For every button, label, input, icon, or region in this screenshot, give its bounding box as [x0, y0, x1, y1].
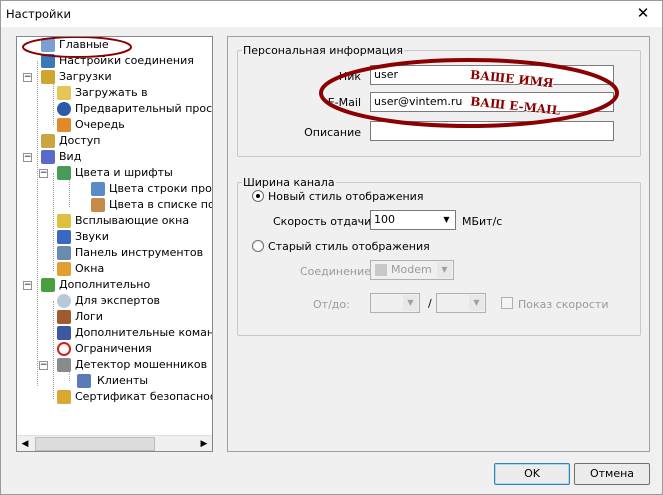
connection-label: Соединение	[300, 265, 372, 278]
upload-speed-select[interactable]: 100 ▼	[370, 210, 456, 230]
tree-item-preview[interactable]: Предварительный просмо	[57, 101, 212, 117]
queue-icon	[57, 118, 71, 132]
tree-item-certificate[interactable]: Сертификат безопасности	[57, 389, 212, 405]
checkmark-icon	[41, 278, 55, 292]
tree-item-general[interactable]: Главные	[27, 37, 212, 53]
windows-icon	[57, 262, 71, 276]
tree-item-access[interactable]: Доступ	[27, 133, 212, 149]
tree-item-download-to[interactable]: Загружать в	[57, 85, 212, 101]
upload-speed-label: Скорость отдачи	[273, 215, 372, 228]
music-note-icon	[57, 230, 71, 244]
tree-item-colors-fonts[interactable]: − Цвета и шрифты	[39, 165, 212, 181]
collapse-icon[interactable]: −	[39, 169, 48, 178]
tree-items: Главные Настройки соединения − Загрузки …	[17, 37, 212, 435]
tree-item-progress-colors[interactable]: Цвета строки прогресс	[91, 181, 212, 197]
show-speed-checkbox[interactable]	[501, 297, 513, 309]
tree-item-userlist-colors[interactable]: Цвета в списке пользо	[91, 197, 212, 213]
folder-icon	[57, 86, 71, 100]
ok-button[interactable]: OK	[494, 463, 570, 485]
nick-label: Ник	[338, 70, 361, 83]
show-speed-label: Показ скорости	[518, 298, 609, 311]
globe-icon	[41, 54, 55, 68]
toolbar-icon	[57, 246, 71, 260]
upload-unit: МБит/с	[462, 215, 503, 228]
title-bar: Настройки ✕	[1, 1, 662, 27]
chevron-down-icon: ▼	[403, 295, 418, 311]
tree-item-experts[interactable]: Для экспертов	[57, 293, 212, 309]
description-field[interactable]	[370, 121, 614, 141]
progress-icon	[91, 182, 105, 196]
tree-horizontal-scrollbar[interactable]: ◀ ▶	[17, 435, 212, 451]
lock-icon	[57, 390, 71, 404]
access-icon	[41, 134, 55, 148]
speed-limit-icon	[57, 342, 71, 356]
detector-icon	[57, 358, 71, 372]
close-icon[interactable]: ✕	[634, 4, 652, 22]
chevron-down-icon: ▼	[443, 215, 450, 224]
tree-item-advanced[interactable]: − Дополнительно	[23, 277, 212, 293]
download-icon	[41, 70, 55, 84]
bandwidth-legend: Ширина канала	[243, 176, 335, 189]
connection-value: Modem	[391, 263, 432, 276]
tree-item-popups[interactable]: Всплывающие окна	[57, 213, 212, 229]
modem-icon	[375, 264, 387, 276]
gear-icon	[57, 294, 71, 308]
palette-icon	[57, 166, 71, 180]
tree-item-windows[interactable]: Окна	[57, 261, 212, 277]
clients-icon	[77, 374, 91, 388]
collapse-icon[interactable]: −	[39, 361, 48, 370]
new-style-label: Новый стиль отображения	[268, 190, 424, 203]
personal-info-legend: Персональная информация	[243, 44, 404, 57]
tree-item-clients[interactable]: Клиенты	[77, 373, 212, 389]
tree-item-limits[interactable]: Ограничения	[57, 341, 212, 357]
tree-item-downloads[interactable]: − Загрузки	[23, 69, 212, 85]
command-icon	[57, 326, 71, 340]
tree-item-extra-commands[interactable]: Дополнительные команд	[57, 325, 212, 341]
users-icon	[41, 38, 55, 52]
tree-item-sounds[interactable]: Звуки	[57, 229, 212, 245]
tree-item-logs[interactable]: Логи	[57, 309, 212, 325]
old-style-radio[interactable]	[252, 240, 264, 252]
to-select[interactable]: ▼	[436, 293, 486, 313]
connection-select[interactable]: Modem ▼	[370, 260, 454, 280]
settings-tree[interactable]: Главные Настройки соединения − Загрузки …	[16, 36, 213, 452]
view-icon	[41, 150, 55, 164]
email-label: E-Mail	[327, 96, 361, 109]
settings-window: Настройки ✕ Главные Настройки соединения…	[0, 0, 663, 495]
settings-content: Персональная информация Ник user E-Mail …	[227, 36, 650, 452]
tree-item-toolbar[interactable]: Панель инструментов	[57, 245, 212, 261]
cancel-button[interactable]: Отмена	[574, 463, 650, 485]
new-style-radio[interactable]	[252, 190, 264, 202]
log-icon	[57, 310, 71, 324]
from-to-label: От/до:	[313, 298, 350, 311]
range-separator: /	[428, 297, 432, 310]
chevron-down-icon: ▼	[437, 262, 452, 278]
collapse-icon[interactable]: −	[23, 153, 32, 162]
scroll-left-icon[interactable]: ◀	[17, 436, 33, 451]
window-title: Настройки	[6, 7, 71, 21]
old-style-label: Старый стиль отображения	[268, 240, 430, 253]
tree-item-connection[interactable]: Настройки соединения	[27, 53, 212, 69]
tree-item-queue[interactable]: Очередь	[57, 117, 212, 133]
user-icon	[91, 198, 105, 212]
popup-icon	[57, 214, 71, 228]
from-select[interactable]: ▼	[370, 293, 420, 313]
scroll-thumb[interactable]	[35, 437, 155, 451]
upload-speed-value: 100	[374, 213, 395, 226]
scroll-right-icon[interactable]: ▶	[196, 436, 212, 451]
collapse-icon[interactable]: −	[23, 73, 32, 82]
collapse-icon[interactable]: −	[23, 281, 32, 290]
play-icon	[57, 102, 71, 116]
tree-item-fraud-detector[interactable]: − Детектор мошенников	[39, 357, 212, 373]
tree-item-view[interactable]: − Вид	[23, 149, 212, 165]
chevron-down-icon: ▼	[469, 295, 484, 311]
description-label: Описание	[304, 126, 361, 139]
